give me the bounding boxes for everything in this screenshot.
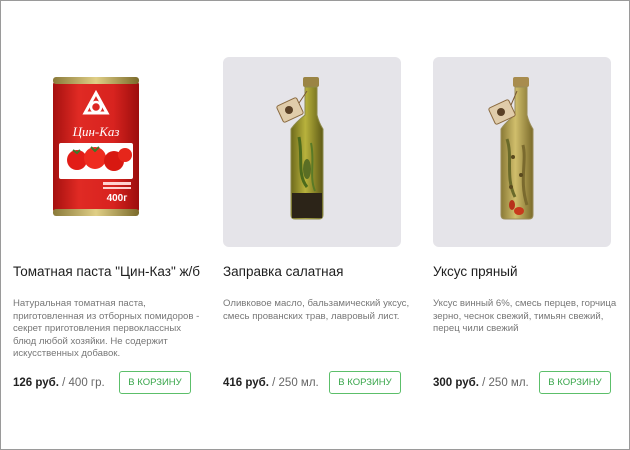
product-title[interactable]: Томатная паста "Цин-Каз" ж/б (13, 264, 213, 279)
dressing-bottle-image (276, 77, 324, 220)
product-image-salad-dressing[interactable] (223, 57, 401, 247)
page-frame: Цин-Каз 400г Томатная паста "Цин-Каз" ж/… (0, 0, 630, 450)
add-to-cart-button[interactable]: В КОРЗИНУ (539, 371, 611, 394)
price-unit: / 250 мл. (478, 377, 529, 389)
can-brand-text: Цин-Каз (72, 124, 120, 139)
product-image-spicy-vinegar[interactable] (433, 57, 611, 247)
product-title[interactable]: Уксус пряный (433, 264, 630, 279)
product-description: Уксус винный 6%, смесь перцев, горчица з… (433, 298, 617, 335)
product-card-tomato-paste: Цин-Каз 400г Томатная паста "Цин-Каз" ж/… (13, 57, 200, 394)
can-weight-text: 400г (107, 193, 128, 204)
product-image-tomato-paste[interactable]: Цин-Каз 400г (13, 57, 191, 247)
product-card-spicy-vinegar: Уксус пряный Уксус винный 6%, смесь перц… (433, 57, 616, 394)
add-to-cart-button[interactable]: В КОРЗИНУ (329, 371, 401, 394)
product-price: 416 руб. / 250 мл. (223, 377, 319, 389)
product-price: 126 руб. / 400 гр. (13, 377, 105, 389)
product-description: Оливковое масло, бальзамический уксус, с… (223, 298, 410, 322)
product-title[interactable]: Заправка салатная (223, 264, 423, 279)
product-price: 300 руб. / 250 мл. (433, 377, 529, 389)
product-description: Натуральная томатная паста, приготовленн… (13, 298, 200, 360)
add-to-cart-button[interactable]: В КОРЗИНУ (119, 371, 191, 394)
tomato-can-image: Цин-Каз 400г (53, 77, 139, 216)
price-value: 126 руб. (13, 377, 59, 389)
vinegar-bottle-image (488, 77, 534, 220)
product-card-salad-dressing: Заправка салатная Оливковое масло, бальз… (223, 57, 409, 394)
price-unit: / 250 мл. (268, 377, 319, 389)
price-unit: / 400 гр. (58, 377, 105, 389)
price-value: 416 руб. (223, 377, 269, 389)
price-value: 300 руб. (433, 377, 479, 389)
